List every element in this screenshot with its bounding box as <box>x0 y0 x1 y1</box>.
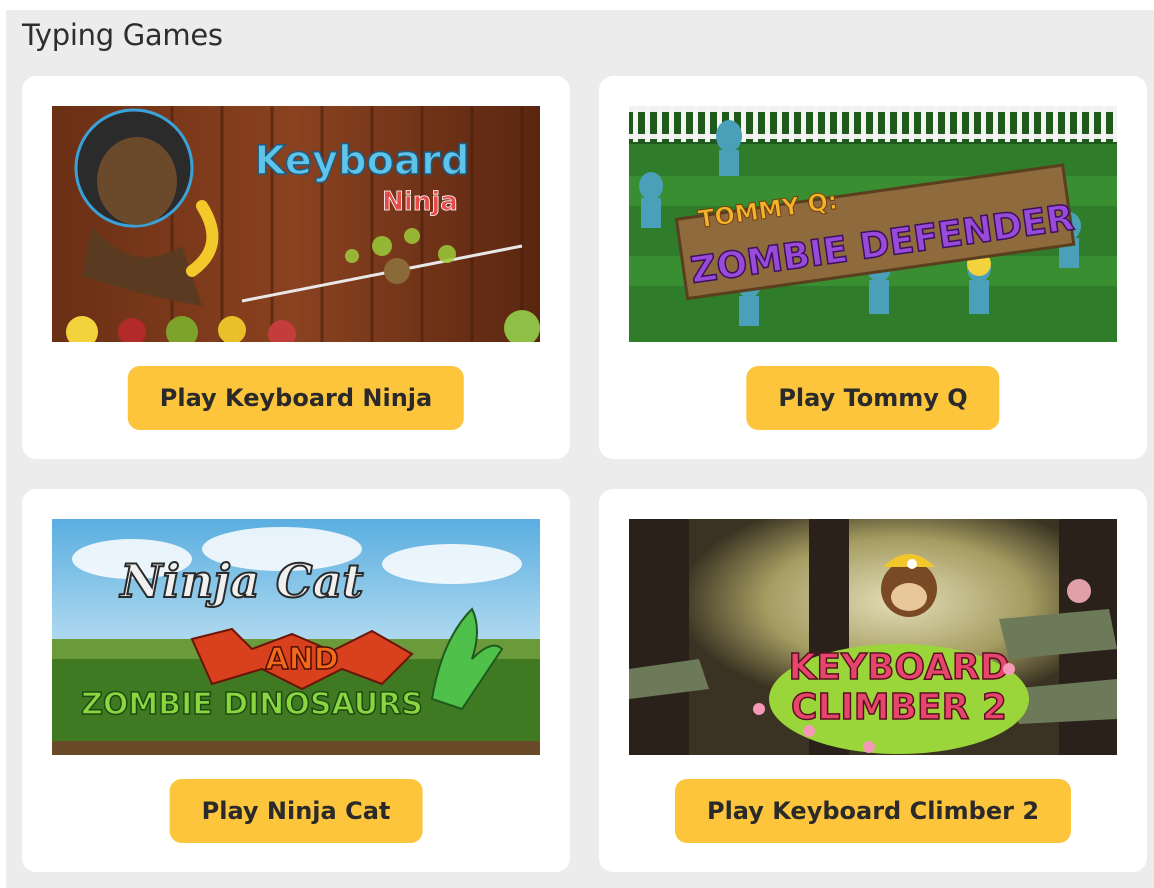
play-keyboard-ninja-button[interactable]: Play Keyboard Ninja <box>127 366 465 430</box>
keyboard-climber-2-thumbnail[interactable]: KEYBOARD CLIMBER 2 <box>629 519 1117 755</box>
section-title: Typing Games <box>22 18 223 52</box>
ninja-cat-art-title: Ninja Cat <box>118 554 363 608</box>
keyboard-ninja-art-subtitle: Ninja <box>382 187 458 217</box>
ninja-cat-art-and: AND <box>265 642 338 677</box>
keyboard-climber-2-art-title: KEYBOARD <box>788 647 1009 688</box>
keyboard-ninja-art-title: Keyboard <box>255 138 470 184</box>
game-card-keyboard-ninja: Keyboard Ninja Play Keyboard Ninja <box>22 76 570 459</box>
typing-games-panel: Typing Games Keyboard Ninja Play Keyboar… <box>6 10 1154 888</box>
game-card-tommy-q: TOMMY Q: ZOMBIE DEFENDER Play Tommy Q <box>599 76 1147 459</box>
play-keyboard-climber-2-button[interactable]: Play Keyboard Climber 2 <box>674 779 1072 843</box>
play-tommy-q-button[interactable]: Play Tommy Q <box>746 366 1000 430</box>
tommy-q-thumbnail[interactable]: TOMMY Q: ZOMBIE DEFENDER <box>629 106 1117 342</box>
game-card-ninja-cat: Ninja Cat AND ZOMBIE DINOSAURS Play Ninj… <box>22 489 570 872</box>
ninja-cat-art-subtitle: ZOMBIE DINOSAURS <box>81 687 423 722</box>
ninja-cat-thumbnail[interactable]: Ninja Cat AND ZOMBIE DINOSAURS <box>52 519 540 755</box>
keyboard-climber-2-art-subtitle: CLIMBER 2 <box>791 687 1007 728</box>
game-card-keyboard-climber-2: KEYBOARD CLIMBER 2 Play Keyboard Climber… <box>599 489 1147 872</box>
keyboard-ninja-thumbnail[interactable]: Keyboard Ninja <box>52 106 540 342</box>
play-ninja-cat-button[interactable]: Play Ninja Cat <box>169 779 423 843</box>
